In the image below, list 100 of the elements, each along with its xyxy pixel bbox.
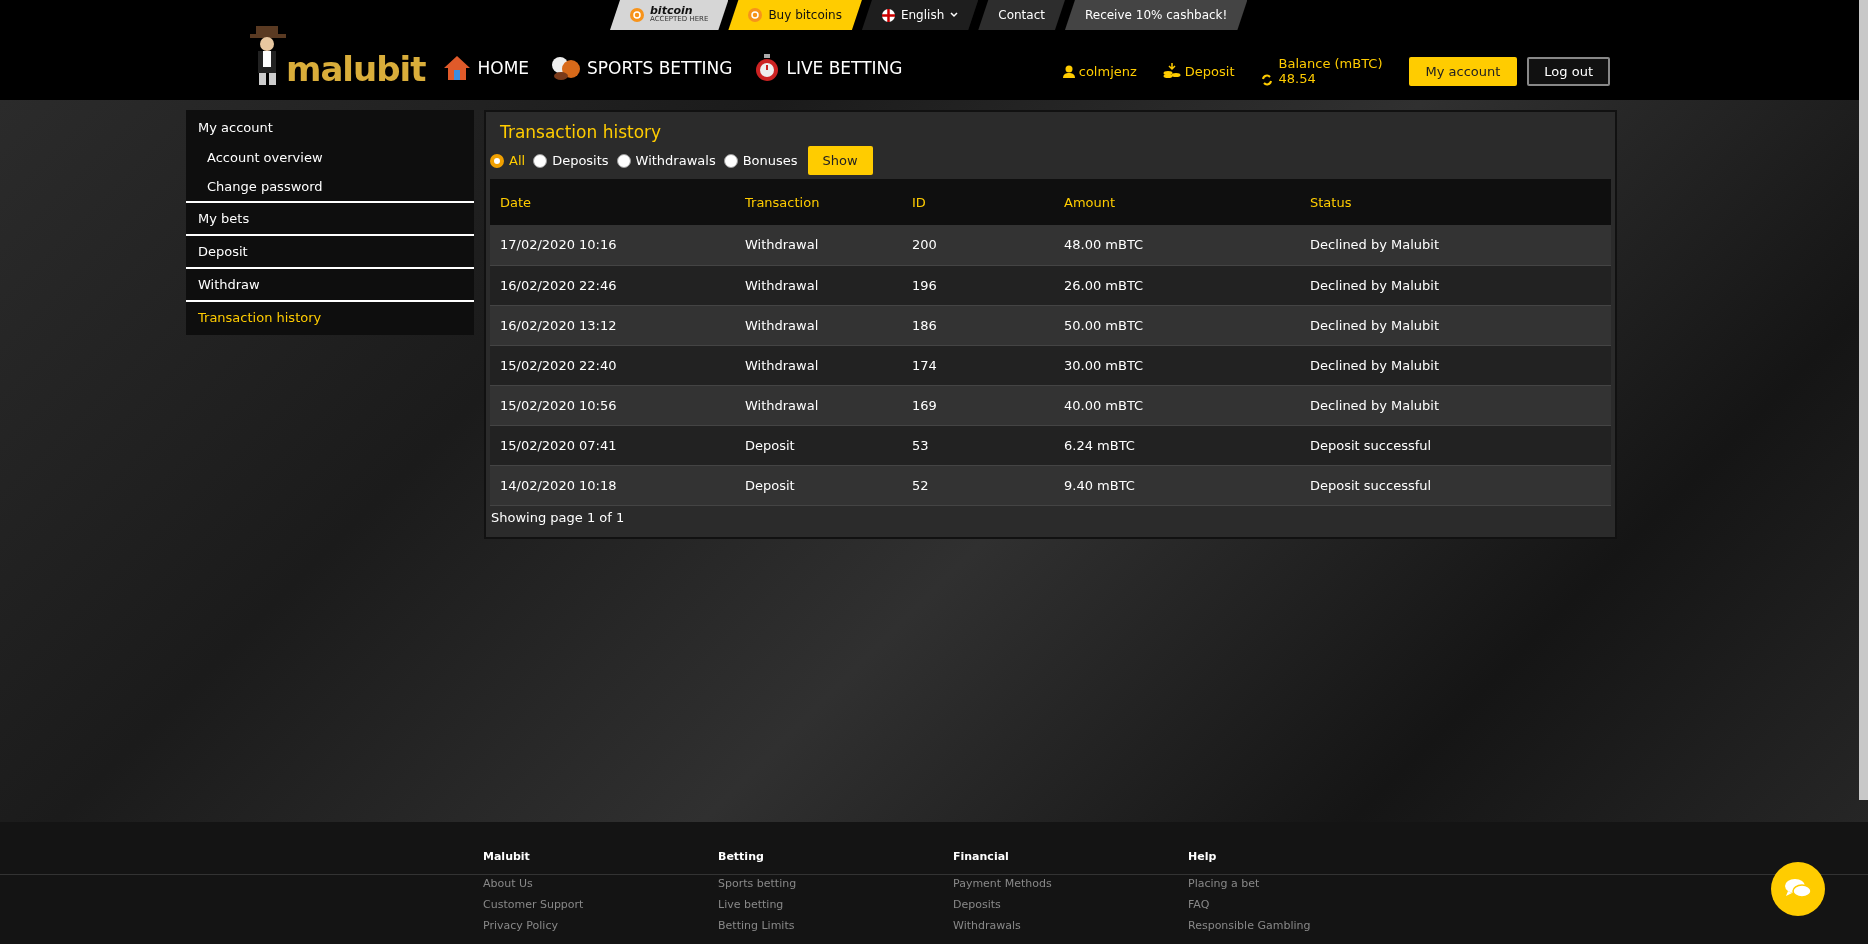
footer-link[interactable]: Deposits [953, 898, 1188, 911]
table-cell: 186 [902, 305, 1054, 345]
table-cell: Withdrawal [735, 345, 902, 385]
coins-icon [1162, 63, 1181, 79]
sidebar-item[interactable]: Change password [186, 172, 474, 201]
top-link-label: Buy bitcoins [768, 8, 842, 22]
badge-title: bitcoin [650, 6, 693, 15]
logo-text: malubit [286, 52, 426, 86]
column-header: Status [1300, 179, 1611, 225]
deposit-link[interactable]: Deposit [1162, 63, 1235, 79]
table-cell: Withdrawal [735, 265, 902, 305]
nav-link[interactable]: LIVE BETTING [754, 50, 903, 86]
table-cell: 14/02/2020 10:18 [490, 465, 735, 505]
table-cell: Declined by Malubit [1300, 385, 1611, 425]
table-cell: 52 [902, 465, 1054, 505]
table-cell: 15/02/2020 07:41 [490, 425, 735, 465]
pagination-text: Showing page 1 of 1 [490, 509, 626, 525]
footer-link[interactable]: Privacy Policy [483, 919, 718, 932]
username-link[interactable]: colmjenz [1062, 63, 1137, 79]
table-cell: 16/02/2020 13:12 [490, 305, 735, 345]
top-link[interactable]: Receive 10% cashback! [1064, 0, 1248, 30]
footer-heading: Financial [953, 850, 1010, 863]
top-link-label: Receive 10% cashback! [1084, 8, 1228, 22]
table-cell: 15/02/2020 10:56 [490, 385, 735, 425]
sidebar-item[interactable]: Account overview [186, 143, 474, 172]
table-cell: Declined by Malubit [1300, 305, 1611, 345]
table-cell: 196 [902, 265, 1054, 305]
table-cell: 16/02/2020 22:46 [490, 265, 735, 305]
footer-heading: Malubit [483, 850, 531, 863]
table-cell: 53 [902, 425, 1054, 465]
panel-title: Transaction history [500, 122, 663, 142]
footer-heading: Help [1188, 850, 1218, 863]
top-link[interactable]: Contact [978, 0, 1065, 30]
footer-link[interactable]: Responsible Gambling [1188, 919, 1423, 932]
balance-value: 48.54 [1278, 71, 1317, 86]
top-link-label: English [900, 8, 945, 22]
table-cell: 6.24 mBTC [1054, 425, 1300, 465]
table-cell: Withdrawal [735, 225, 902, 265]
balance-label: Balance (mBTC) [1278, 56, 1383, 71]
table-cell: Deposit [735, 425, 902, 465]
table-cell: Deposit [735, 465, 902, 505]
footer-link[interactable]: Payment Methods [953, 877, 1188, 890]
table-cell: 30.00 mBTC [1054, 345, 1300, 385]
nav-link[interactable]: HOME [443, 50, 530, 86]
sports-balls-icon [551, 55, 582, 81]
caret-icon [950, 12, 959, 18]
footer-heading: Betting [718, 850, 765, 863]
refresh-icon[interactable] [1260, 74, 1273, 86]
footer-link[interactable]: About Us [483, 877, 718, 890]
column-header: ID [902, 179, 1054, 225]
cowboy-figure-icon [250, 24, 286, 86]
nav-link[interactable]: SPORTS BETTING [551, 50, 733, 86]
table-cell: 26.00 mBTC [1054, 265, 1300, 305]
filter-radio[interactable]: Bonuses [723, 153, 798, 168]
table-cell: Declined by Malubit [1300, 345, 1611, 385]
stopwatch-icon [754, 54, 781, 82]
table-cell: Declined by Malubit [1300, 265, 1611, 305]
column-header: Transaction [735, 179, 902, 225]
column-header: Amount [1054, 179, 1300, 225]
sidebar-item[interactable]: My account [186, 112, 474, 143]
header-button[interactable]: My account [1408, 56, 1518, 86]
footer-link[interactable]: Live betting [718, 898, 953, 911]
flag-icon [881, 8, 895, 22]
language-selector[interactable]: English [861, 0, 979, 30]
sidebar-item[interactable]: My bets [186, 201, 474, 234]
sidebar-item[interactable]: Transaction history [186, 300, 474, 333]
table-cell: 174 [902, 345, 1054, 385]
table-cell: 17/02/2020 10:16 [490, 225, 735, 265]
table-cell: Withdrawal [735, 385, 902, 425]
bitcoin-icon [630, 8, 644, 22]
scrollbar[interactable] [1859, 0, 1868, 800]
table-cell: 40.00 mBTC [1054, 385, 1300, 425]
footer-link[interactable]: Betting Limits [718, 919, 953, 932]
filter-radio[interactable]: Withdrawals [616, 153, 716, 168]
footer-link[interactable]: Customer Support [483, 898, 718, 911]
chat-button[interactable] [1771, 862, 1825, 916]
table-cell: Withdrawal [735, 305, 902, 345]
footer-link[interactable]: FAQ [1188, 898, 1423, 911]
table-cell: Declined by Malubit [1300, 225, 1611, 265]
top-link-label: Contact [998, 8, 1045, 22]
table-cell: 48.00 mBTC [1054, 225, 1300, 265]
header-button[interactable]: Log out [1527, 56, 1610, 86]
top-link[interactable]: Buy bitcoins [728, 0, 862, 30]
user-icon [1062, 64, 1075, 78]
table-cell: Deposit successful [1300, 465, 1611, 505]
filter-radio[interactable]: All [490, 153, 526, 168]
table-cell: 15/02/2020 22:40 [490, 345, 735, 385]
table-cell: 50.00 mBTC [1054, 305, 1300, 345]
table-cell: 169 [902, 385, 1054, 425]
footer-link[interactable]: Placing a bet [1188, 877, 1423, 890]
footer-link[interactable]: Sports betting [718, 877, 953, 890]
table-cell: Deposit successful [1300, 425, 1611, 465]
filter-radio[interactable]: Deposits [533, 153, 609, 168]
footer-link[interactable]: Withdrawals [953, 919, 1188, 932]
bitcoin-icon [748, 8, 763, 22]
show-button[interactable]: Show [807, 146, 873, 175]
table-cell: 200 [902, 225, 1054, 265]
sidebar-item[interactable]: Withdraw [186, 267, 474, 300]
house-icon [443, 55, 472, 81]
sidebar-item[interactable]: Deposit [186, 234, 474, 267]
